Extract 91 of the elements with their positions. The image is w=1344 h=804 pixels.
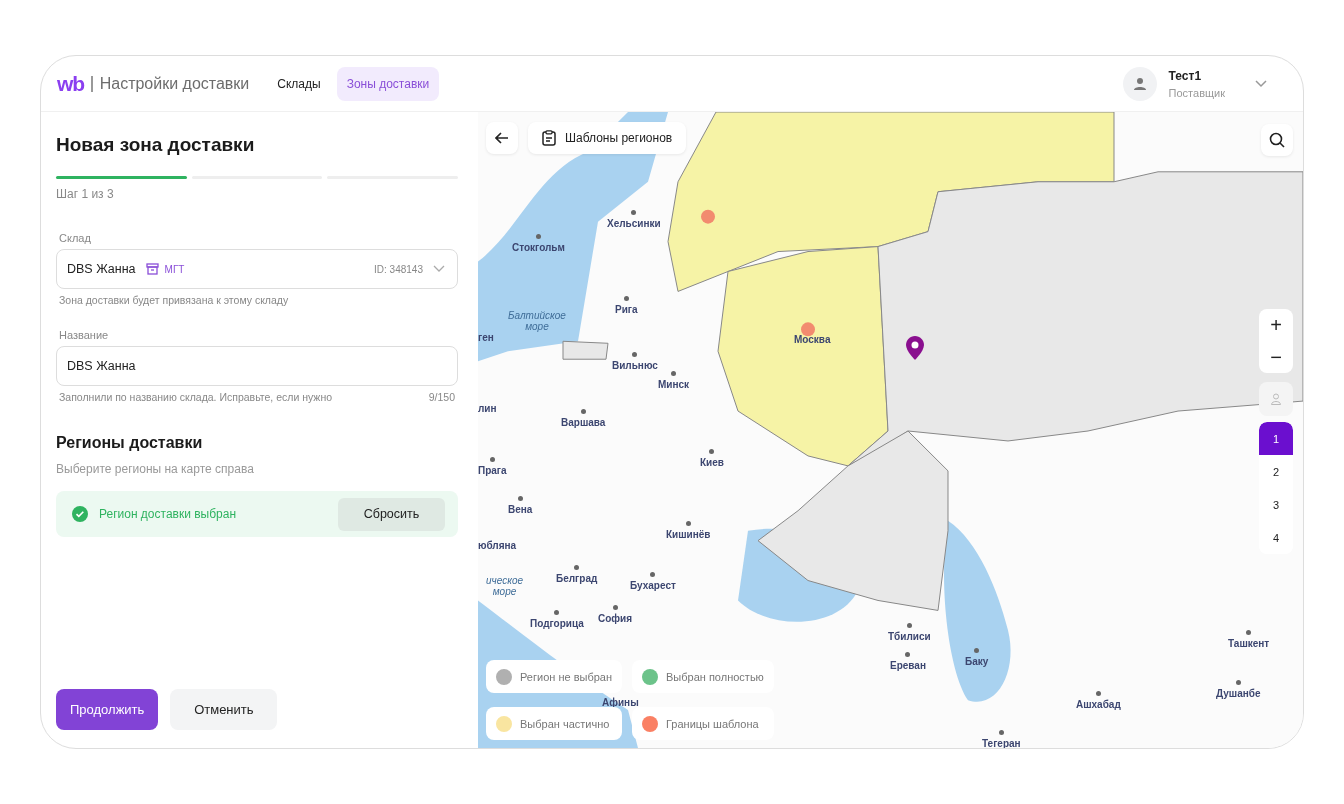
section-subtitle: Выберите регионы на карте справа: [56, 462, 255, 476]
map-label: Киев: [700, 457, 724, 468]
continue-button[interactable]: Продолжить: [56, 689, 159, 730]
city-dot-icon: [554, 610, 560, 615]
legend-label: Выбран частично: [520, 717, 610, 730]
city-dot-icon: [709, 449, 715, 454]
location-pin-icon[interactable]: [906, 336, 924, 360]
field-hint: Зона доставки будет привязана к этому складу: [59, 294, 290, 306]
page-title: Новая зона доставки: [56, 134, 256, 156]
city-dot-icon: [612, 605, 618, 610]
field-hint: Заполнили по названию склада. Исправьте, если нужно: [59, 391, 333, 403]
map-label: Рига: [615, 304, 638, 315]
map-label: Бухарест: [630, 580, 676, 591]
user-role: Поставщик: [1168, 86, 1225, 99]
nav-tab[interactable]: Зоны доставки: [336, 66, 440, 101]
select-value: DBS Жанна: [67, 262, 136, 276]
city-dot-icon: [685, 521, 691, 526]
city-dot-icon: [535, 234, 541, 239]
section-title: Регионы доставки: [56, 434, 204, 452]
city-dot-icon: [906, 623, 912, 628]
map-label: Вена: [508, 504, 533, 515]
arrow-left-icon: [495, 132, 509, 144]
map-label: Кишинёв: [666, 529, 711, 540]
map-label: Вильнюс: [612, 360, 658, 371]
legend-label: Выбран полностью: [666, 670, 764, 683]
city-dot-icon: [1095, 691, 1101, 696]
map-label: Минск: [658, 379, 690, 390]
legend-label: Регион не выбран: [520, 670, 612, 683]
city-dot-icon: [650, 572, 656, 577]
map-label: лин: [478, 403, 497, 414]
city-dot-icon: [1246, 630, 1252, 635]
floor-button[interactable]: 1: [1259, 422, 1293, 455]
map-label: Ереван: [890, 660, 926, 671]
zoom-button[interactable]: −: [1259, 341, 1293, 373]
step-counter: Шаг 1 из 3: [56, 187, 115, 201]
map-label: София: [598, 613, 633, 624]
map-label: ген: [478, 332, 494, 343]
map-label: Душанбе: [1216, 688, 1261, 699]
map-label: Ташкент: [1228, 638, 1270, 649]
chevron-down-icon: [433, 265, 445, 273]
city-dot-icon: [998, 730, 1004, 735]
city-dot-icon: [631, 210, 637, 215]
status-text: Регион доставки выбран: [99, 507, 237, 521]
zoom-button[interactable]: +: [1259, 309, 1293, 341]
templates-button[interactable]: Шаблоны регионов: [528, 122, 687, 154]
back-button[interactable]: [486, 122, 518, 154]
nav-tab[interactable]: Склады: [267, 66, 331, 101]
map-label: Подгорица: [530, 618, 584, 629]
map-label: Белград: [556, 573, 598, 584]
warehouse-id: ID: 348143: [374, 263, 423, 275]
field-label: Название: [59, 329, 110, 341]
logo[interactable]: wb: [57, 71, 85, 96]
city-dot-icon: [905, 652, 911, 657]
map-label: Стокгольм: [512, 242, 565, 253]
name-input[interactable]: DBS Жанна: [56, 346, 458, 386]
city-dot-icon: [1235, 680, 1241, 685]
map-label: Хельсинки: [607, 218, 661, 229]
user-name: Тест1: [1168, 68, 1203, 83]
city-dot-icon: [632, 352, 638, 357]
character-counter: 9/150: [428, 391, 455, 403]
map-label: Прага: [478, 465, 507, 476]
legend-label: Границы шаблона: [666, 717, 759, 730]
city-dot-icon: [671, 371, 677, 376]
map-label: Баку: [965, 656, 989, 667]
field-label: Склад: [59, 232, 92, 244]
clipboard-icon: [542, 130, 556, 146]
box-icon: [145, 263, 159, 275]
sea-label: ическое море: [486, 575, 524, 597]
check-circle-icon: [72, 506, 88, 522]
search-icon: [1269, 132, 1285, 148]
map-label: Тбилиси: [888, 631, 931, 642]
city-dot-icon: [974, 648, 980, 653]
search-button[interactable]: [1261, 124, 1293, 156]
warehouse-type: МГТ: [164, 263, 185, 275]
chevron-down-icon[interactable]: [1255, 79, 1267, 88]
city-dot-icon: [623, 296, 629, 301]
app-title: Настройки доставки: [99, 74, 250, 93]
avatar-icon[interactable]: [1122, 66, 1157, 101]
map-label: юбляна: [478, 540, 517, 551]
city-dot-icon: [580, 409, 586, 414]
map-label: Москва: [794, 334, 831, 345]
sea-label: Балтийское море: [508, 310, 566, 332]
city-dot-icon: [517, 496, 523, 501]
map-label: Варшава: [561, 417, 606, 428]
reset-button[interactable]: Сбросить: [338, 497, 445, 531]
warehouse-select[interactable]: DBS Жанна МГТ ID: 348143: [56, 249, 458, 289]
map-label: Афины: [602, 697, 639, 708]
city-dot-icon: [574, 565, 580, 570]
cancel-button[interactable]: Отменить: [170, 689, 278, 730]
city-dot-icon: [489, 457, 495, 462]
map-label: Ашхабад: [1076, 699, 1121, 710]
